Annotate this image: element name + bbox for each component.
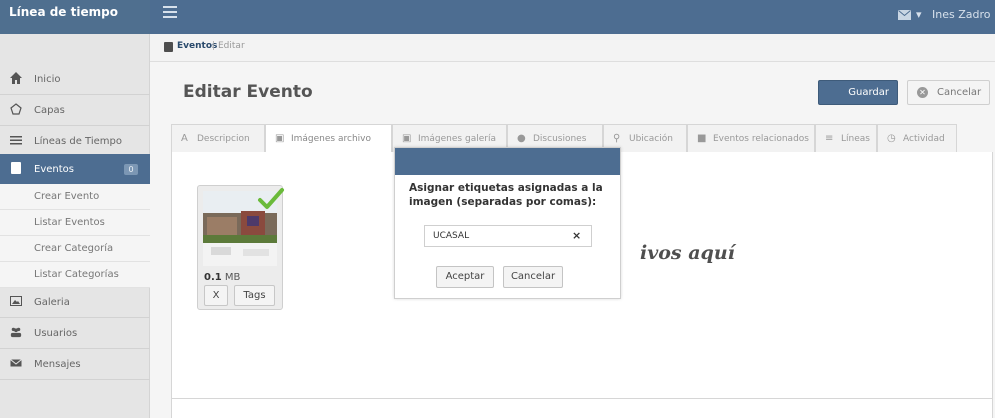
document-icon	[164, 42, 173, 52]
sidebar: Inicio Capas Líneas de Tiempo Eventos 0 …	[0, 34, 150, 418]
text-icon: A	[181, 133, 188, 144]
sidebar-item-galeria[interactable]: Galeria	[0, 287, 150, 318]
tag-chip: UCASAL	[433, 231, 470, 241]
document-icon: ■	[697, 133, 707, 144]
tags-button[interactable]: Tags	[234, 285, 275, 306]
sidebar-subitem-label: Listar Categorías	[34, 269, 119, 280]
sidebar-item-usuarios[interactable]: Usuarios	[0, 318, 150, 349]
user-menu[interactable]: Ines Zadro	[932, 8, 990, 21]
remove-tag-icon[interactable]: ×	[572, 229, 581, 242]
envelope-icon	[10, 359, 22, 367]
tab-eventos-relacionados[interactable]: ■ Eventos relacionados	[687, 124, 815, 152]
dropzone-text: ivos aquí	[640, 242, 735, 264]
tab-label: Líneas	[841, 134, 870, 144]
tab-lineas[interactable]: ≡ Líneas	[815, 124, 877, 152]
sidebar-subitem-label: Crear Categoría	[34, 243, 114, 254]
tab-imagenes-archivo[interactable]: ▣ Imágenes archivo	[265, 124, 392, 153]
sidebar-item-label: Usuarios	[34, 328, 78, 339]
sidebar-subitem-label: Listar Eventos	[34, 217, 105, 228]
sidebar-subitem-listar-categorias[interactable]: Listar Categorías	[0, 262, 150, 288]
close-icon: ✕	[917, 87, 928, 98]
file-size: 0.1 MB	[204, 272, 240, 283]
breadcrumb: Eventos | Editar	[150, 34, 995, 62]
dialog-cancel-button[interactable]: Cancelar	[503, 266, 563, 288]
tab-descripcion[interactable]: A Descripcion	[171, 124, 265, 152]
breadcrumb-current: Editar	[218, 41, 245, 51]
tab-label: Eventos relacionados	[713, 134, 809, 144]
sidebar-item-mensajes[interactable]: Mensajes	[0, 349, 150, 380]
cancel-button-label: Cancelar	[937, 87, 982, 98]
clock-icon: ◷	[887, 133, 896, 144]
dialog-header	[395, 148, 620, 175]
file-preview: 0.1 MB X Tags	[197, 185, 284, 310]
users-icon	[10, 327, 22, 338]
tab-label: Imágenes archivo	[291, 134, 371, 144]
list-icon	[10, 136, 22, 145]
sidebar-item-label: Galeria	[34, 297, 70, 308]
file-size-unit: MB	[224, 272, 241, 283]
tab-label: Discusiones	[533, 134, 587, 144]
cancel-button[interactable]: ✕ Cancelar	[907, 80, 990, 105]
accept-button[interactable]: Aceptar	[436, 266, 494, 288]
page-title: Editar Evento	[183, 82, 313, 102]
document-icon	[11, 162, 21, 174]
file-size-value: 0.1	[204, 272, 222, 283]
sidebar-subitem-crear-categoria[interactable]: Crear Categoría	[0, 236, 150, 262]
home-icon	[10, 72, 22, 84]
app-title[interactable]: Línea de tiempo	[0, 0, 150, 34]
sidebar-item-lineas[interactable]: Líneas de Tiempo	[0, 126, 150, 157]
tab-label: Imágenes galería	[418, 134, 496, 144]
sidebar-item-capas[interactable]: Capas	[0, 95, 150, 126]
breadcrumb-separator: |	[212, 41, 216, 51]
save-button[interactable]: Guardar	[818, 80, 898, 105]
sidebar-item-label: Inicio	[34, 74, 61, 85]
sidebar-subitem-listar-eventos[interactable]: Listar Eventos	[0, 210, 150, 236]
remove-file-button[interactable]: X	[204, 285, 228, 306]
sidebar-item-eventos[interactable]: Eventos 0	[0, 154, 150, 185]
menu-toggle-icon[interactable]	[163, 6, 177, 18]
sidebar-item-label: Eventos	[34, 164, 74, 175]
tab-label: Descripcion	[197, 134, 250, 144]
sidebar-item-inicio[interactable]: Inicio	[0, 64, 150, 95]
layers-icon	[10, 103, 22, 115]
tab-label: Ubicación	[629, 134, 673, 144]
sidebar-subitem-label: Crear Evento	[34, 191, 100, 202]
chevron-down-icon: ▾	[916, 8, 922, 21]
tab-label: Actividad	[903, 134, 945, 144]
tags-input[interactable]: UCASAL ×	[424, 225, 592, 247]
tab-actividad[interactable]: ◷ Actividad	[877, 124, 957, 152]
sidebar-item-label: Capas	[34, 105, 65, 116]
count-badge: 0	[124, 164, 138, 175]
sidebar-item-label: Líneas de Tiempo	[34, 136, 122, 147]
list-icon: ≡	[825, 133, 834, 144]
image-icon: ▣	[275, 133, 285, 144]
sidebar-subitem-crear-evento[interactable]: Crear Evento	[0, 184, 150, 210]
divider	[171, 398, 993, 399]
check-icon	[258, 188, 284, 209]
tags-dialog: Asignar etiquetas asignadas a la imagen …	[394, 147, 621, 299]
messages-dropdown[interactable]: ▾	[898, 8, 922, 22]
top-navbar: Línea de tiempo ▾ Ines Zadro	[0, 0, 995, 34]
envelope-icon	[898, 10, 911, 20]
sidebar-item-label: Mensajes	[34, 359, 81, 370]
image-icon	[10, 296, 22, 306]
dialog-message: Asignar etiquetas asignadas a la imagen …	[409, 182, 603, 208]
